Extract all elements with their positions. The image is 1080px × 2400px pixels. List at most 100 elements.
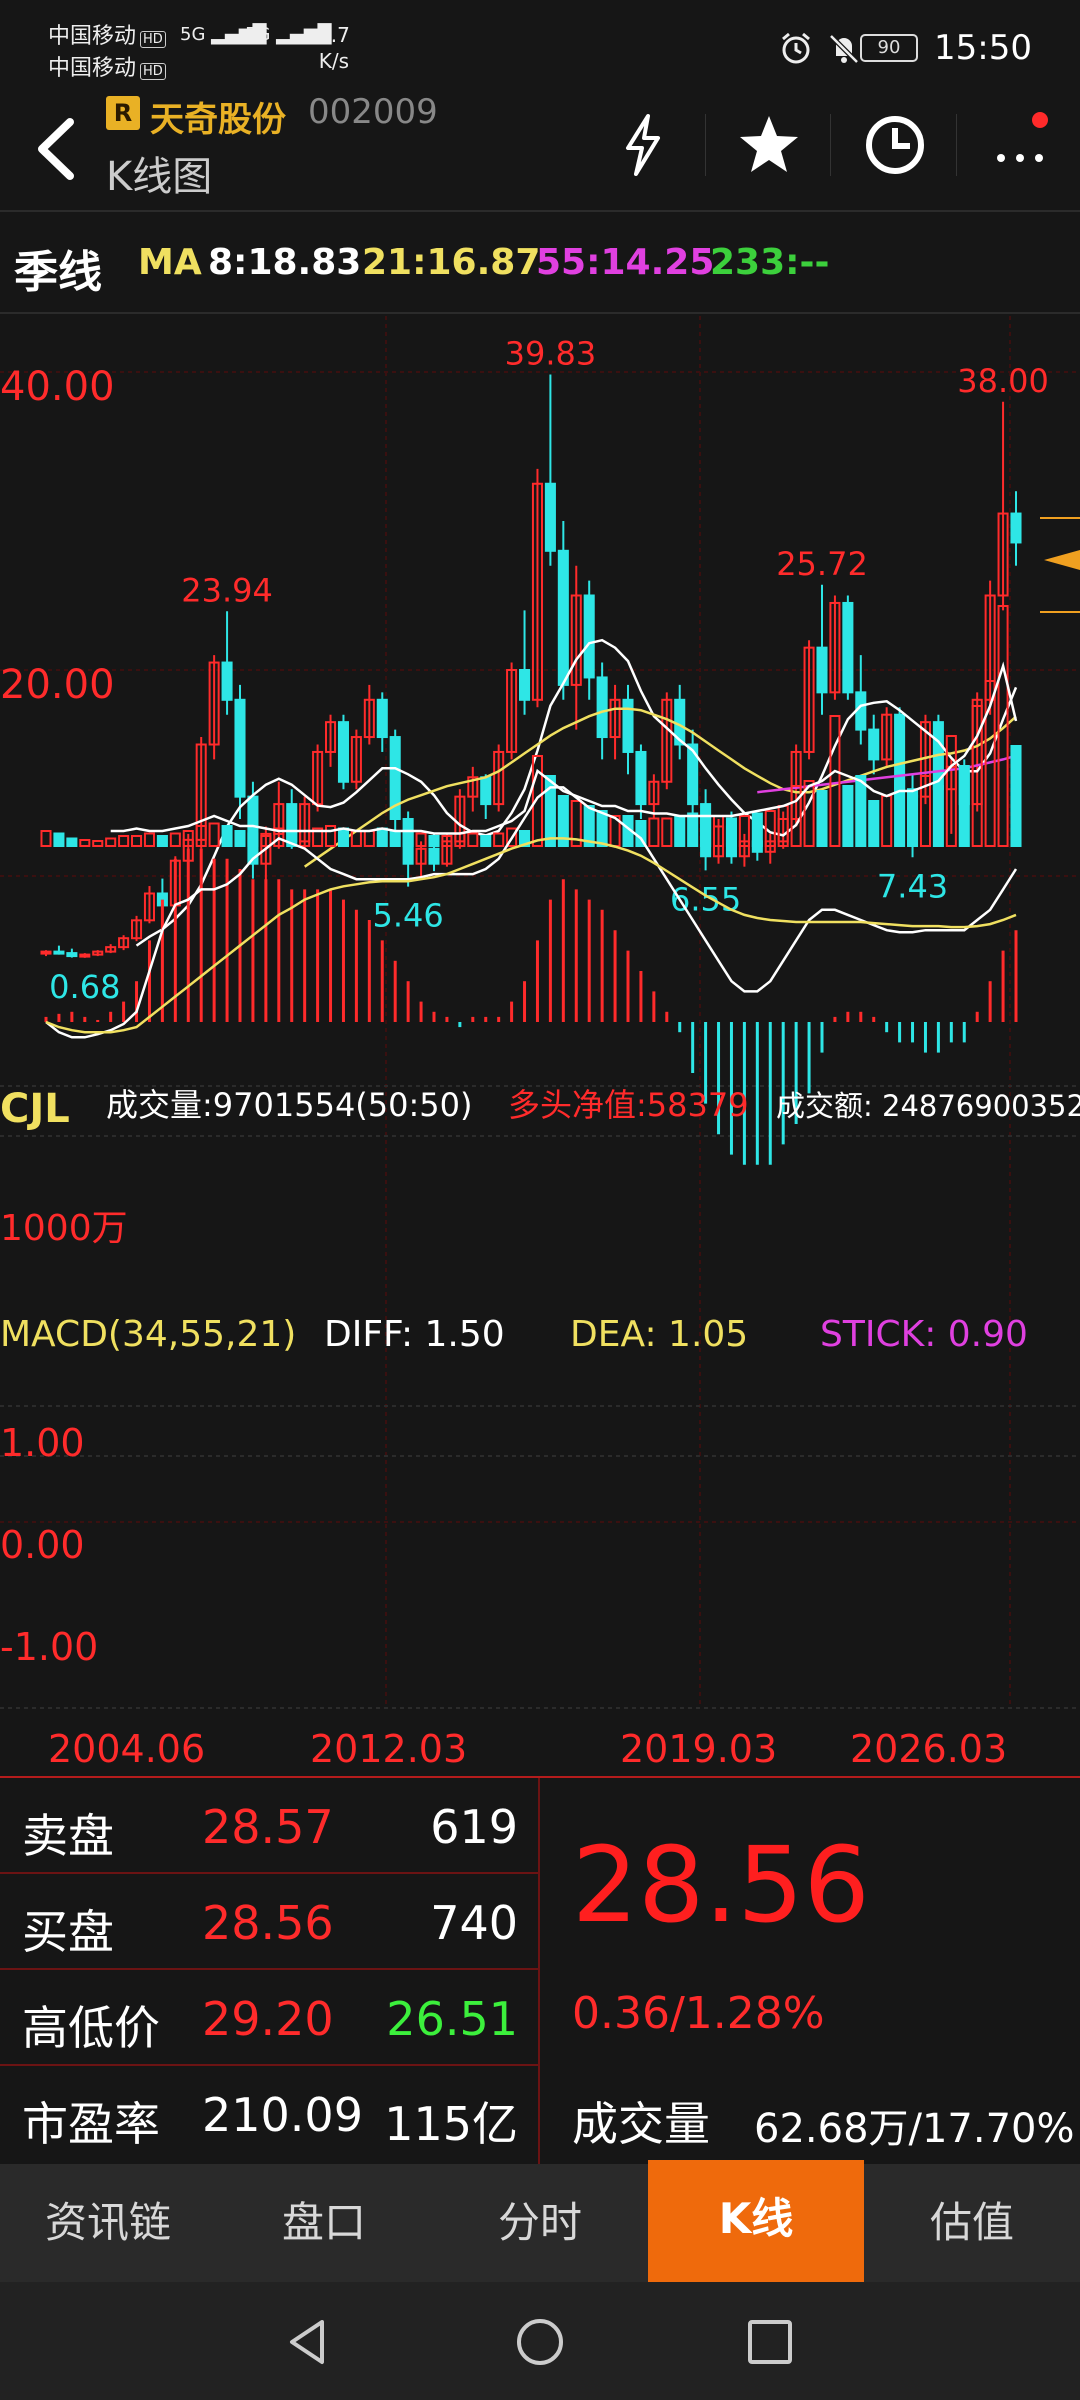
candle-body — [66, 952, 78, 958]
candle-body — [247, 795, 259, 865]
pe-value: 210.09 — [202, 2088, 363, 2142]
candle-body — [337, 721, 349, 783]
volume-bar — [842, 785, 854, 847]
price-annotation: 25.72 — [776, 545, 868, 583]
candle-body — [583, 594, 595, 679]
tab-news-chain[interactable]: 资讯链 — [0, 2164, 216, 2282]
volume-bar — [376, 827, 388, 847]
volume-bar — [79, 839, 91, 847]
volume-bar — [467, 832, 479, 847]
macd-y-tick-1: 1.00 — [0, 1421, 85, 1465]
high-low-label: 高低价 — [22, 2001, 160, 2055]
volume-bar — [816, 790, 828, 847]
price-change: 0.36/1.28% — [572, 1988, 825, 2039]
volume-bar — [493, 832, 505, 847]
stock-name: 天奇股份 — [150, 100, 286, 140]
volume-bar — [674, 815, 686, 847]
volume-bar — [661, 817, 673, 847]
volume-bar — [402, 832, 414, 847]
volume-bar — [247, 832, 259, 847]
back-icon[interactable] — [26, 114, 86, 184]
volume-bar — [105, 837, 117, 847]
volume-bar — [92, 840, 104, 847]
sell-row: 卖盘 28.57 619 — [0, 1778, 540, 1874]
current-price-marker — [1044, 550, 1080, 570]
volume-bar — [700, 815, 712, 847]
candle-body — [1010, 512, 1022, 544]
volume-bar — [932, 785, 944, 847]
candle-body — [40, 950, 52, 955]
header-divider — [705, 114, 706, 176]
current-price: 28.56 — [572, 1824, 870, 1946]
kline-chart[interactable]: 39.8323.9438.0025.725.46 6.55 7.430.68 40.… — [0, 316, 1080, 1776]
volume-bar — [907, 795, 919, 847]
volume-bar — [208, 822, 220, 847]
ma233-value: 233:-- — [710, 242, 830, 283]
volume-label: 成交量:9701554(50:50) — [106, 1086, 473, 1124]
price-annotation: 0.68 — [49, 968, 120, 1006]
high-low-row: 高低价 29.20 26.51 — [0, 1970, 540, 2066]
x-tick-2019: 2019.03 — [620, 1727, 777, 1771]
ma-label: MA — [138, 242, 202, 283]
candle-body — [596, 676, 608, 739]
lightning-icon[interactable] — [608, 110, 678, 180]
ma21-value: 21:16.87 — [362, 242, 541, 283]
tab-valuation[interactable]: 估值 — [864, 2164, 1080, 2282]
pe-row: 市盈率 210.09 115亿 — [0, 2066, 540, 2162]
candle-body — [557, 549, 569, 686]
clock: 15:50 — [934, 28, 1032, 68]
header-divider — [956, 114, 957, 176]
market-cap: 115亿 — [384, 2097, 518, 2151]
price-annotation: 5.46 — [373, 897, 444, 935]
stick-label: STICK: 0.90 — [820, 1314, 1028, 1355]
recents-nav-icon[interactable] — [740, 2312, 800, 2372]
volume-title: 成交量 — [572, 2097, 710, 2151]
volume-bar — [958, 765, 970, 847]
star-icon[interactable] — [734, 110, 804, 180]
tab-kline[interactable]: K线 — [648, 2160, 864, 2282]
volume-bar — [40, 830, 52, 847]
amount-label: 成交额: 24876900352 — [776, 1089, 1080, 1123]
volume-bar — [156, 835, 168, 847]
history-clock-icon[interactable] — [860, 110, 930, 180]
volume-bar — [234, 830, 246, 847]
candle-body — [79, 953, 91, 958]
battery-indicator: 90 — [860, 34, 918, 62]
price-annotation: 39.83 — [505, 335, 597, 373]
header: R 天奇股份 002009 K线图 — [0, 92, 1080, 208]
volume-bar — [687, 812, 699, 847]
volume-bar — [325, 825, 337, 847]
quote-divider — [538, 1778, 540, 2166]
x-tick-2004: 2004.06 — [48, 1727, 205, 1771]
tab-order-book[interactable]: 盘口 — [216, 2164, 432, 2282]
ma55-value: 55:14.25 — [536, 242, 715, 283]
buy-row: 买盘 28.56 740 — [0, 1874, 540, 1970]
carrier-1: 中国移动 HD — [48, 18, 166, 50]
volume-bar — [725, 817, 737, 847]
buy-qty: 740 — [430, 1896, 518, 1950]
volume-bar — [829, 715, 841, 847]
candle-body — [480, 776, 492, 806]
period-selector[interactable]: 季线 — [14, 236, 102, 300]
volume-bar — [131, 835, 143, 847]
low-price: 26.51 — [386, 1992, 518, 2046]
candle-body — [635, 750, 647, 806]
stock-code: 002009 — [308, 92, 438, 132]
macd-y-tick-neg1: -1.00 — [0, 1625, 98, 1669]
macd-dea-line — [45, 837, 1017, 1034]
price-annotation: 7.43 — [877, 867, 948, 905]
price-annotation: 38.00 — [957, 362, 1049, 400]
carrier-2: 中国移动 HD — [48, 50, 166, 82]
back-nav-icon[interactable] — [278, 2312, 338, 2372]
ma-legend-row: 季线 MA 8:18.83 21:16.87 55:14.25 233:-- — [0, 210, 1080, 314]
dea-label: DEA: 1.05 — [570, 1314, 748, 1355]
macd-y-tick-0: 0.00 — [0, 1523, 85, 1567]
volume-value: 62.68万/17.70% — [754, 2106, 1075, 2152]
volume-bar — [480, 835, 492, 847]
candle-body — [221, 661, 233, 701]
buy-price: 28.56 — [202, 1896, 334, 1950]
volume-bar — [1010, 745, 1022, 847]
home-nav-icon[interactable] — [510, 2312, 570, 2372]
tab-intraday[interactable]: 分时 — [432, 2164, 648, 2282]
volume-bar — [855, 775, 867, 847]
